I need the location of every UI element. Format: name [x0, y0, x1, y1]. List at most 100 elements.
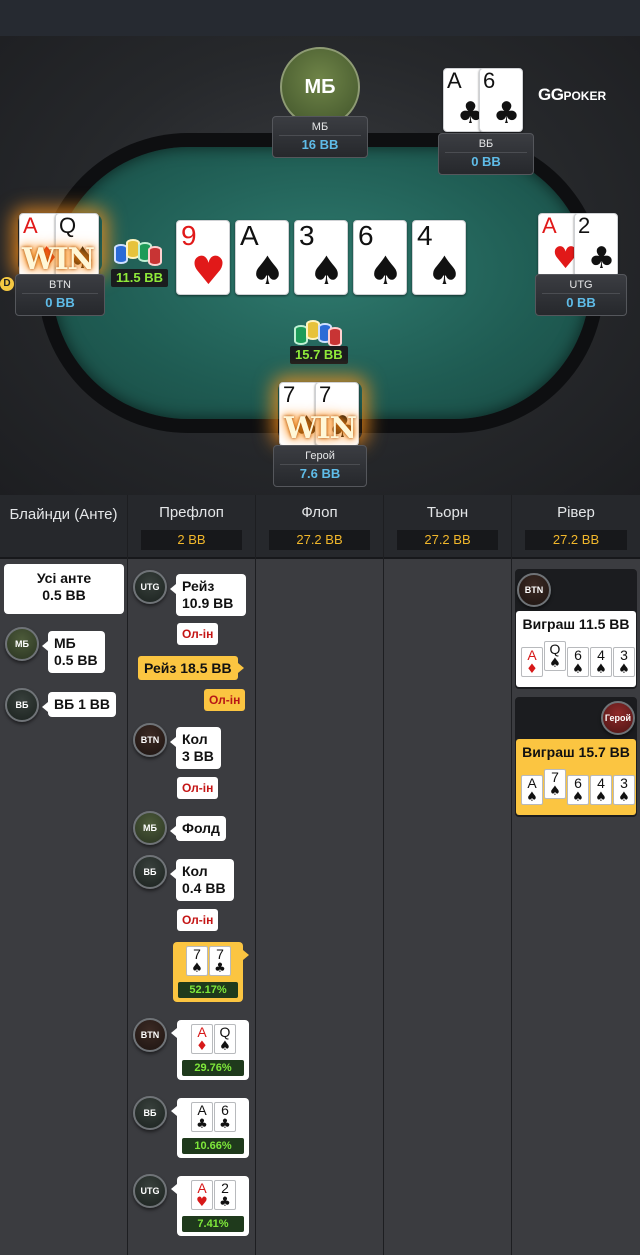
card-suit-icon: ♠: [595, 790, 607, 805]
bb-allin-tag: Ол-ін: [177, 909, 219, 931]
ggpoker-logo: GGPOKER: [538, 85, 607, 104]
showdown-hand: A ♥ 2 ♣ 7.41%: [171, 1176, 249, 1236]
seat-name: UTG: [569, 279, 593, 291]
playing-card: 6 ♠: [353, 220, 407, 295]
card-rank: 9: [181, 220, 197, 251]
card-suit-icon: ♣: [219, 1117, 231, 1132]
playing-card: 4 ♠: [412, 220, 466, 295]
seat-name: Герой: [305, 450, 335, 462]
mini-card: A ♦: [521, 647, 543, 677]
column-turn: Тьорн 27.2 BB: [384, 495, 512, 1255]
card-suit-icon: ♥: [191, 249, 226, 294]
pot-amount: 15.7 BB: [290, 346, 348, 364]
card-rank: 6: [574, 775, 582, 791]
column-flop: Флоп 27.2 BB: [256, 495, 384, 1255]
card-suit-icon: ♣: [588, 241, 615, 276]
card-rank: 7: [193, 946, 201, 962]
win-text: Виграш 15.7 BB: [522, 744, 630, 760]
mini-card: 7 ♠: [186, 946, 208, 976]
sb-fold-action: Фолд: [170, 816, 226, 841]
utg-allin-tag: Ол-ін: [177, 623, 219, 645]
seat-utg[interactable]: UTG 0 BB: [535, 274, 627, 316]
btn-badge: BTN: [517, 573, 551, 607]
card-suit-icon: ♠: [595, 662, 607, 677]
card-rank: A: [197, 1180, 207, 1196]
card-suit-icon: ♠: [572, 662, 584, 677]
card-rank: 7: [319, 382, 332, 407]
player-badge: UTG: [133, 1174, 167, 1208]
equity-percent: 29.76%: [182, 1060, 244, 1076]
column-title: Тьорн: [426, 504, 469, 521]
column-header: Рівер 27.2 BB: [512, 495, 640, 559]
dealer-button: D: [0, 277, 14, 291]
card-rank: Q: [59, 213, 77, 238]
mini-card: 6 ♠: [567, 647, 589, 677]
column-title: Блайнди (Анте): [9, 506, 118, 523]
pot-chip-stack: [292, 317, 342, 347]
card-suit-icon: ♠: [549, 656, 561, 671]
card-rank: A: [527, 647, 537, 663]
card-suit-icon: ♠: [549, 784, 561, 799]
equity-percent: 7.41%: [182, 1216, 244, 1232]
poker-table-area: GGPOKER МБ МБ 16 BB A ♣ 6 ♣ ВБ 0 BB A ♦ Q ♠ WI…: [0, 36, 640, 495]
ante-action: Усі анте 0.5 BB: [4, 564, 124, 614]
column-title: Рівер: [557, 504, 595, 521]
seat-stack: 16 BB: [301, 137, 339, 152]
card-suit-icon: ♠: [572, 790, 584, 805]
card-rank: A: [527, 775, 537, 791]
mini-card: 2 ♣: [214, 1180, 236, 1210]
mini-card: Q ♠: [544, 641, 566, 671]
mini-card: 7 ♠: [544, 769, 566, 799]
seat-btn[interactable]: BTN 0 BB: [15, 274, 105, 316]
card-rank: 6: [221, 1102, 229, 1118]
card-suit-icon: ♠: [309, 249, 344, 294]
bb-badge: ВБ: [5, 688, 39, 722]
card-rank: 4: [597, 775, 605, 791]
card-suit-icon: ♣: [196, 1117, 208, 1132]
action-label: Кол: [182, 863, 208, 879]
card-rank: 7: [551, 769, 559, 785]
card-rank: 6: [574, 647, 582, 663]
btn-badge: BTN: [133, 723, 167, 757]
bb-call-action: Кол 0.4 BB: [170, 859, 234, 901]
card-rank: 4: [417, 220, 433, 251]
sb-blind-amount: 0.5 BB: [54, 652, 98, 668]
btn-chip-stack: [112, 236, 162, 266]
showdown-hand: A ♣ 6 ♣ 10.66%: [171, 1098, 249, 1158]
card-rank: 3: [620, 775, 628, 791]
ante-amount: 0.5 BB: [42, 587, 86, 603]
sb-blind-action: МБ 0.5 BB: [42, 631, 105, 673]
card-rank: A: [197, 1024, 207, 1040]
seat-bb[interactable]: ВБ 0 BB: [438, 133, 534, 175]
seat-stack: 0 BB: [566, 295, 596, 310]
card-rank: A: [447, 68, 462, 93]
column-title: Флоп: [301, 504, 338, 521]
card-suit-icon: ♠: [250, 249, 285, 294]
equity-percent: 10.66%: [182, 1138, 244, 1154]
column-title: Префлоп: [159, 504, 224, 521]
top-bar: [0, 0, 640, 36]
seat-hero[interactable]: Герой 7.6 BB: [273, 445, 367, 487]
card-suit-icon: ♣: [493, 96, 520, 131]
seat-name: BTN: [49, 279, 71, 291]
ante-label: Усі анте: [36, 570, 92, 586]
card-rank: A: [197, 1102, 207, 1118]
hand-replay-screen: GGPOKER МБ МБ 16 BB A ♣ 6 ♣ ВБ 0 BB A ♦ Q ♠ WI…: [0, 0, 640, 1255]
column-header: Тьорн 27.2 BB: [384, 495, 511, 559]
card-rank: 2: [221, 1180, 229, 1196]
river-btn-result: BTN Виграш 11.5 BB A ♦ Q ♠ 6 ♠ 4 ♠ 3 ♠: [515, 569, 637, 689]
card-rank: 4: [597, 647, 605, 663]
seat-sb[interactable]: МБ 16 BB: [272, 116, 368, 158]
card-suit-icon: ♣: [214, 961, 226, 976]
card-rank: 2: [578, 213, 591, 238]
sb-blind-label: МБ: [54, 635, 76, 651]
win-box: Виграш 11.5 BB A ♦ Q ♠ 6 ♠ 4 ♠ 3 ♠: [516, 611, 636, 687]
action-label: Рейз: [182, 578, 215, 594]
sb-badge: МБ: [133, 811, 167, 845]
action-label: Кол: [182, 731, 208, 747]
mini-card: 4 ♠: [590, 647, 612, 677]
card-suit-icon: ♠: [618, 662, 630, 677]
sb-avatar[interactable]: МБ: [280, 47, 360, 127]
column-pot: 27.2 BB: [269, 530, 370, 550]
win-text: Виграш 11.5 BB: [522, 616, 630, 632]
